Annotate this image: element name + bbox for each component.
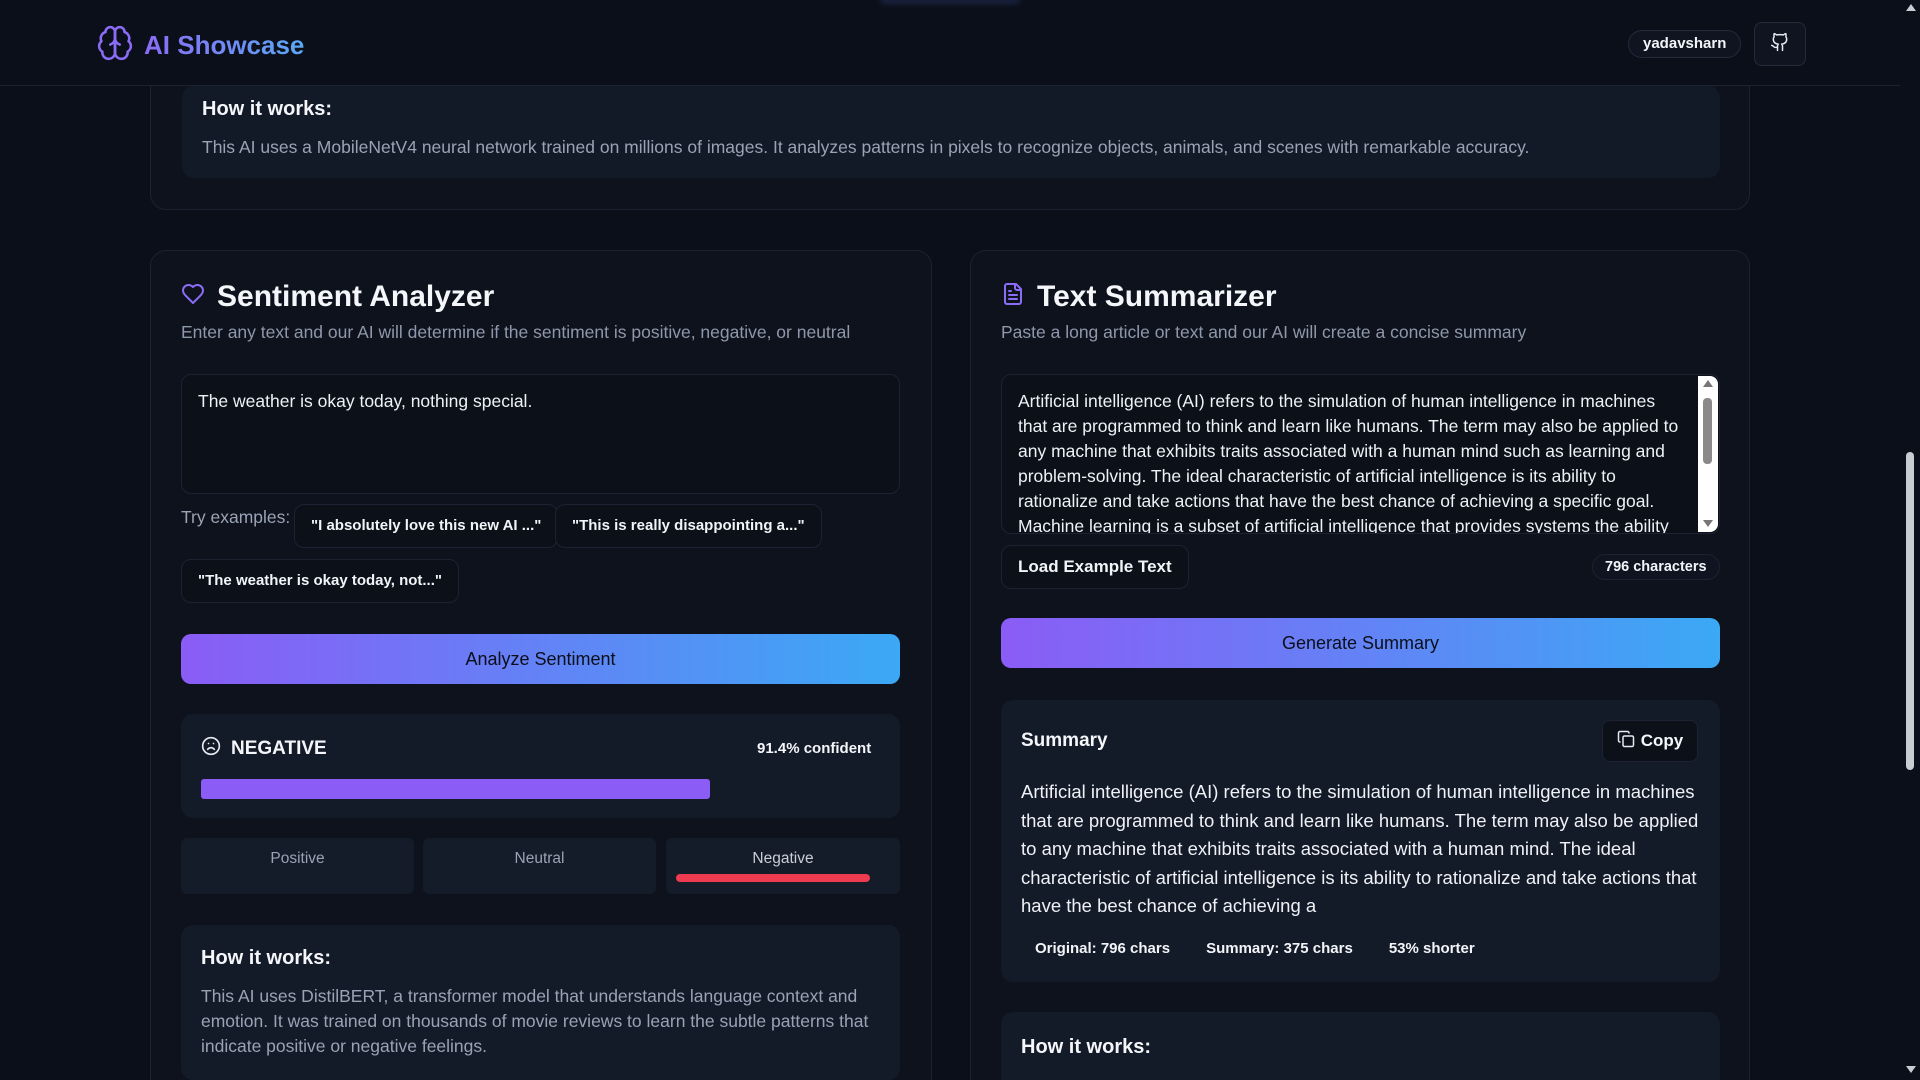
stat-shorter: 53% shorter [1388, 940, 1475, 957]
summary-result: Summary Copy Artificial intelligence (AI… [1001, 700, 1720, 982]
char-count-badge: 796 characters [1592, 554, 1720, 580]
app-header: AI Showcase yadavsharn [0, 0, 1900, 86]
confidence-text: 91.4% confident [757, 740, 872, 757]
summarizer-how-it-works: How it works: [1001, 1012, 1720, 1080]
generate-summary-button[interactable]: Generate Summary [1001, 618, 1720, 668]
summarizer-input[interactable]: Artificial intelligence (AI) refers to t… [1001, 374, 1720, 534]
summarizer-title-row: Text Summarizer [1001, 280, 1277, 314]
example-chip-neutral[interactable]: "The weather is okay today, not..." [181, 559, 459, 603]
brain-icon [96, 24, 134, 67]
image-how-it-works: How it works: This AI uses a MobileNetV4… [182, 86, 1720, 178]
summarizer-subtitle: Paste a long article or text and our AI … [1001, 322, 1527, 342]
summary-text: Artificial intelligence (AI) refers to t… [1021, 781, 1699, 916]
username-badge[interactable]: yadavsharn [1628, 30, 1742, 58]
how-title: How it works: [1021, 1036, 1152, 1058]
analyze-sentiment-button[interactable]: Analyze Sentiment [181, 634, 900, 684]
frown-icon [201, 736, 221, 761]
segment-label: Positive [270, 850, 325, 867]
confidence-track [201, 779, 880, 799]
brand-name: AI Showcase [144, 30, 305, 60]
result-label-row: NEGATIVE [201, 736, 327, 761]
segment-label: Negative [752, 850, 814, 867]
sentiment-title: Sentiment Analyzer [217, 280, 495, 313]
confidence-bar [201, 779, 710, 799]
scroll-down-arrow[interactable] [1703, 520, 1713, 527]
example-chip-positive[interactable]: "I absolutely love this new AI ..." [294, 504, 559, 548]
result-label: NEGATIVE [231, 737, 327, 759]
textarea-scroll-thumb[interactable] [1703, 398, 1712, 464]
github-button[interactable] [1754, 22, 1806, 66]
header-glow [880, 0, 1020, 4]
heart-icon [181, 280, 205, 314]
summarizer-title: Text Summarizer [1037, 280, 1277, 313]
examples-label: Try examples: [181, 507, 291, 527]
page-scroll-up-arrow[interactable] [1906, 4, 1916, 11]
how-title: How it works: [202, 98, 333, 120]
load-example-button[interactable]: Load Example Text [1001, 545, 1189, 589]
segment-negative: Negative [666, 838, 900, 894]
github-icon [1770, 32, 1790, 57]
how-title: How it works: [201, 947, 332, 969]
sentiment-result: NEGATIVE 91.4% confident [181, 714, 900, 818]
summary-stats: Original: 796 chars Summary: 375 chars 5… [1035, 940, 1475, 957]
brand[interactable]: AI Showcase [96, 24, 304, 67]
segment-positive: Positive [181, 838, 414, 894]
page-scroll-down-arrow[interactable] [1906, 1066, 1916, 1073]
textarea-scrollbar[interactable] [1698, 376, 1718, 532]
how-text: This AI uses a MobileNetV4 neural networ… [202, 137, 1530, 157]
copy-label: Copy [1640, 731, 1684, 750]
sentiment-subtitle: Enter any text and our AI will determine… [181, 322, 851, 342]
document-icon [1001, 280, 1025, 314]
summary-title: Summary [1021, 730, 1108, 751]
negative-indicator-bar [676, 874, 870, 882]
example-chip-negative[interactable]: "This is really disappointing a..." [555, 504, 822, 548]
copy-icon [1617, 730, 1635, 753]
copy-button[interactable]: Copy [1602, 720, 1698, 762]
stat-summary: Summary: 375 chars [1206, 940, 1353, 957]
how-text: This AI uses DistilBERT, a transformer m… [201, 986, 869, 1056]
sentiment-how-it-works: How it works: This AI uses DistilBERT, a… [181, 925, 900, 1080]
scroll-up-arrow[interactable] [1703, 380, 1713, 387]
segment-neutral: Neutral [423, 838, 656, 894]
segment-label: Neutral [514, 850, 565, 867]
sentiment-input[interactable]: The weather is okay today, nothing speci… [181, 374, 900, 494]
stat-original: Original: 796 chars [1035, 940, 1171, 957]
page-scroll-thumb[interactable] [1906, 452, 1914, 770]
sentiment-title-row: Sentiment Analyzer [181, 280, 494, 314]
